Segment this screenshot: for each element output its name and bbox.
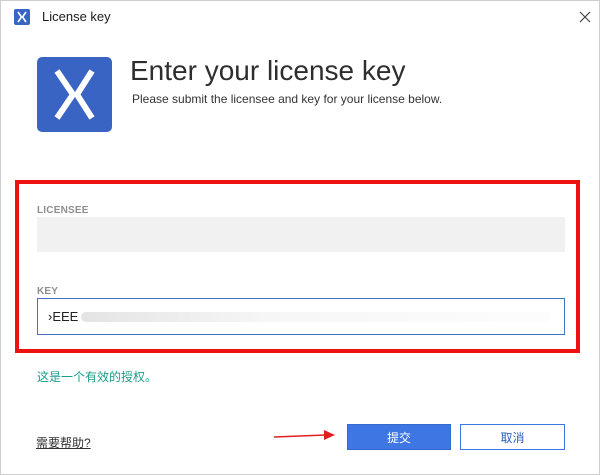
cancel-button[interactable]: 取消 [460, 424, 565, 450]
key-redaction-blur [81, 312, 551, 322]
licensee-field[interactable] [37, 217, 565, 252]
validation-message: 这是一个有效的授权。 [37, 370, 158, 384]
app-logo-icon [14, 9, 30, 25]
page-title: Enter your license key [130, 55, 406, 86]
window-title: License key [42, 9, 111, 24]
license-dialog: License key Enter your license key Pleas… [0, 0, 600, 475]
app-logo-large [37, 57, 112, 132]
page-subtitle: Please submit the licensee and key for y… [132, 92, 443, 106]
key-label: KEY [37, 286, 59, 297]
licensee-label: LICENSEE [37, 205, 89, 216]
close-button[interactable] [573, 5, 597, 29]
title-bar: License key [1, 1, 599, 33]
close-icon [579, 11, 591, 23]
arrow-right-icon [273, 430, 335, 440]
help-link[interactable]: 需要帮助? [36, 434, 91, 451]
submit-button[interactable]: 提交 [347, 424, 451, 450]
app-logo-icon [54, 69, 95, 120]
